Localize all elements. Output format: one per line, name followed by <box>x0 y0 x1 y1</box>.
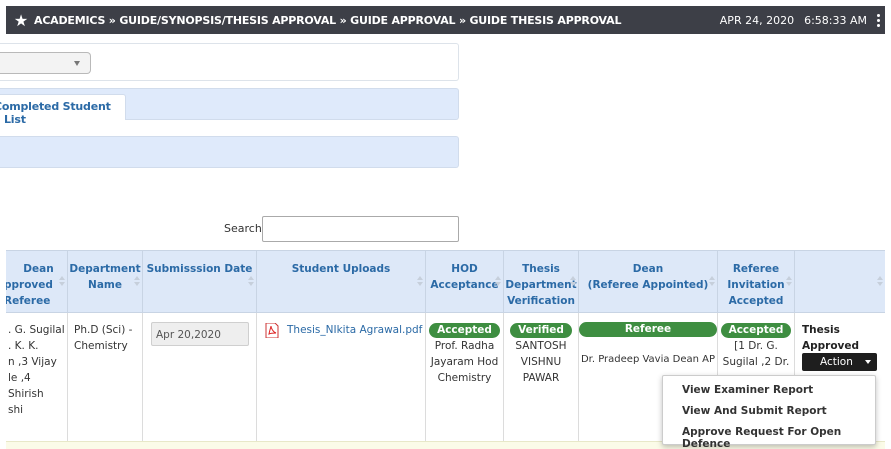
cell-student-uploads: Thesis_NIkita Agrawal.pdf <box>257 313 426 441</box>
kebab-menu-icon[interactable] <box>875 13 881 27</box>
dropdown-caret-icon <box>865 360 871 364</box>
action-button-label: Action <box>820 356 853 368</box>
column-header-label: Dean <box>632 263 664 275</box>
status-badge: Verified <box>510 323 572 338</box>
search-input[interactable] <box>262 216 459 242</box>
tab-completed-student-list[interactable]: Completed Student List <box>0 94 126 126</box>
column-header-label: Dean <box>23 263 54 275</box>
sort-icon <box>248 276 254 286</box>
search-label: Search: <box>224 222 266 235</box>
section-band <box>0 136 459 168</box>
star-icon[interactable]: ★ <box>8 11 34 30</box>
column-header-dean-referee-appointed[interactable]: Dean (Referee Appointed) <box>579 251 718 313</box>
column-header-label: Verification <box>507 295 575 307</box>
column-header-label: Accepted <box>728 295 784 307</box>
top-navigation-bar: ★ ACADEMICS » GUIDE/SYNOPSIS/THESIS APPR… <box>6 6 885 34</box>
menu-item-view-and-submit-report[interactable]: View And Submit Report <box>682 405 827 417</box>
cell-department: Ph.D (Sci) - Chemistry <box>68 313 143 441</box>
column-header-label: Student Uploads <box>291 263 391 275</box>
column-header-submission-date[interactable]: Submisssion Date <box>143 251 257 313</box>
menu-item-approve-open-defence[interactable]: Approve Request For Open Defence <box>682 426 875 449</box>
tab-label: Completed Student List <box>0 100 111 126</box>
cell-submission-date: Apr 20,2020 <box>143 313 257 441</box>
status-badge: Referee Appointment <box>579 322 717 350</box>
column-header-label: HOD <box>451 263 478 275</box>
menu-item-view-examiner-report[interactable]: View Examiner Report <box>682 384 813 396</box>
table-header: Dean pproved Referee Department Name Sub… <box>6 250 885 313</box>
column-header-hod-acceptance[interactable]: HOD Acceptance <box>426 251 504 313</box>
column-header-label: Thesis <box>522 263 560 275</box>
status-badge: Accepted <box>720 323 792 338</box>
final-status-text: Thesis <box>802 324 840 336</box>
chevron-down-icon <box>74 61 80 66</box>
column-header-department[interactable]: Department Name <box>68 251 143 313</box>
sort-icon <box>786 276 792 286</box>
datetime-area: APR 24, 2020 6:58:33 AM <box>719 13 885 27</box>
column-header-dean-approved-referee[interactable]: Dean pproved Referee <box>6 251 68 313</box>
column-header-thesis-department-verification[interactable]: Thesis Department Verification <box>504 251 579 313</box>
sort-icon <box>495 276 501 286</box>
action-dropdown-menu: View Examiner Report View And Submit Rep… <box>662 375 876 449</box>
column-header-label: (Referee Appointed) <box>587 279 709 291</box>
sort-icon <box>877 276 883 286</box>
cell-department-verification: Verified SANTOSH VISHNU PAWAR <box>504 313 579 441</box>
column-header-label: Referee <box>6 295 51 307</box>
sort-icon <box>59 276 65 286</box>
column-header-label: Submisssion Date <box>146 263 253 275</box>
cell-hod-acceptance: Accepted Prof. Radha Jayaram Hod Chemist… <box>426 313 504 441</box>
column-header-label: Acceptance <box>430 279 499 291</box>
cell-dean-approved-referee: . G. Sugilal . K. K. n ,3 Vijay le ,4 Sh… <box>6 313 68 441</box>
column-header-label: Referee <box>732 263 780 275</box>
column-header-status[interactable] <box>795 251 885 313</box>
sort-icon <box>570 276 576 286</box>
column-header-label: Department <box>69 263 141 275</box>
column-header-label: Invitation <box>727 279 785 291</box>
current-date: APR 24, 2020 <box>719 13 795 27</box>
column-header-student-uploads[interactable]: Student Uploads <box>257 251 426 313</box>
current-time: 6:58:33 AM <box>804 13 867 27</box>
column-header-label: Name <box>88 279 122 291</box>
sort-icon <box>709 276 715 286</box>
column-header-referee-invitation-accepted[interactable]: Referee Invitation Accepted <box>718 251 795 313</box>
filter-select[interactable] <box>0 52 91 74</box>
final-status-text: Approved <box>802 340 860 352</box>
status-badge: Accepted <box>429 323 500 338</box>
column-header-label: pproved <box>6 279 53 291</box>
sort-icon <box>134 276 140 286</box>
thesis-file-link[interactable]: Thesis_NIkita Agrawal.pdf <box>287 322 422 338</box>
action-button[interactable]: Action <box>802 353 877 371</box>
submission-date-field: Apr 20,2020 <box>151 322 249 346</box>
pdf-icon[interactable] <box>265 323 279 338</box>
sort-icon <box>417 276 423 286</box>
breadcrumb: ACADEMICS » GUIDE/SYNOPSIS/THESIS APPROV… <box>34 13 622 27</box>
column-header-label: Department <box>505 279 577 291</box>
